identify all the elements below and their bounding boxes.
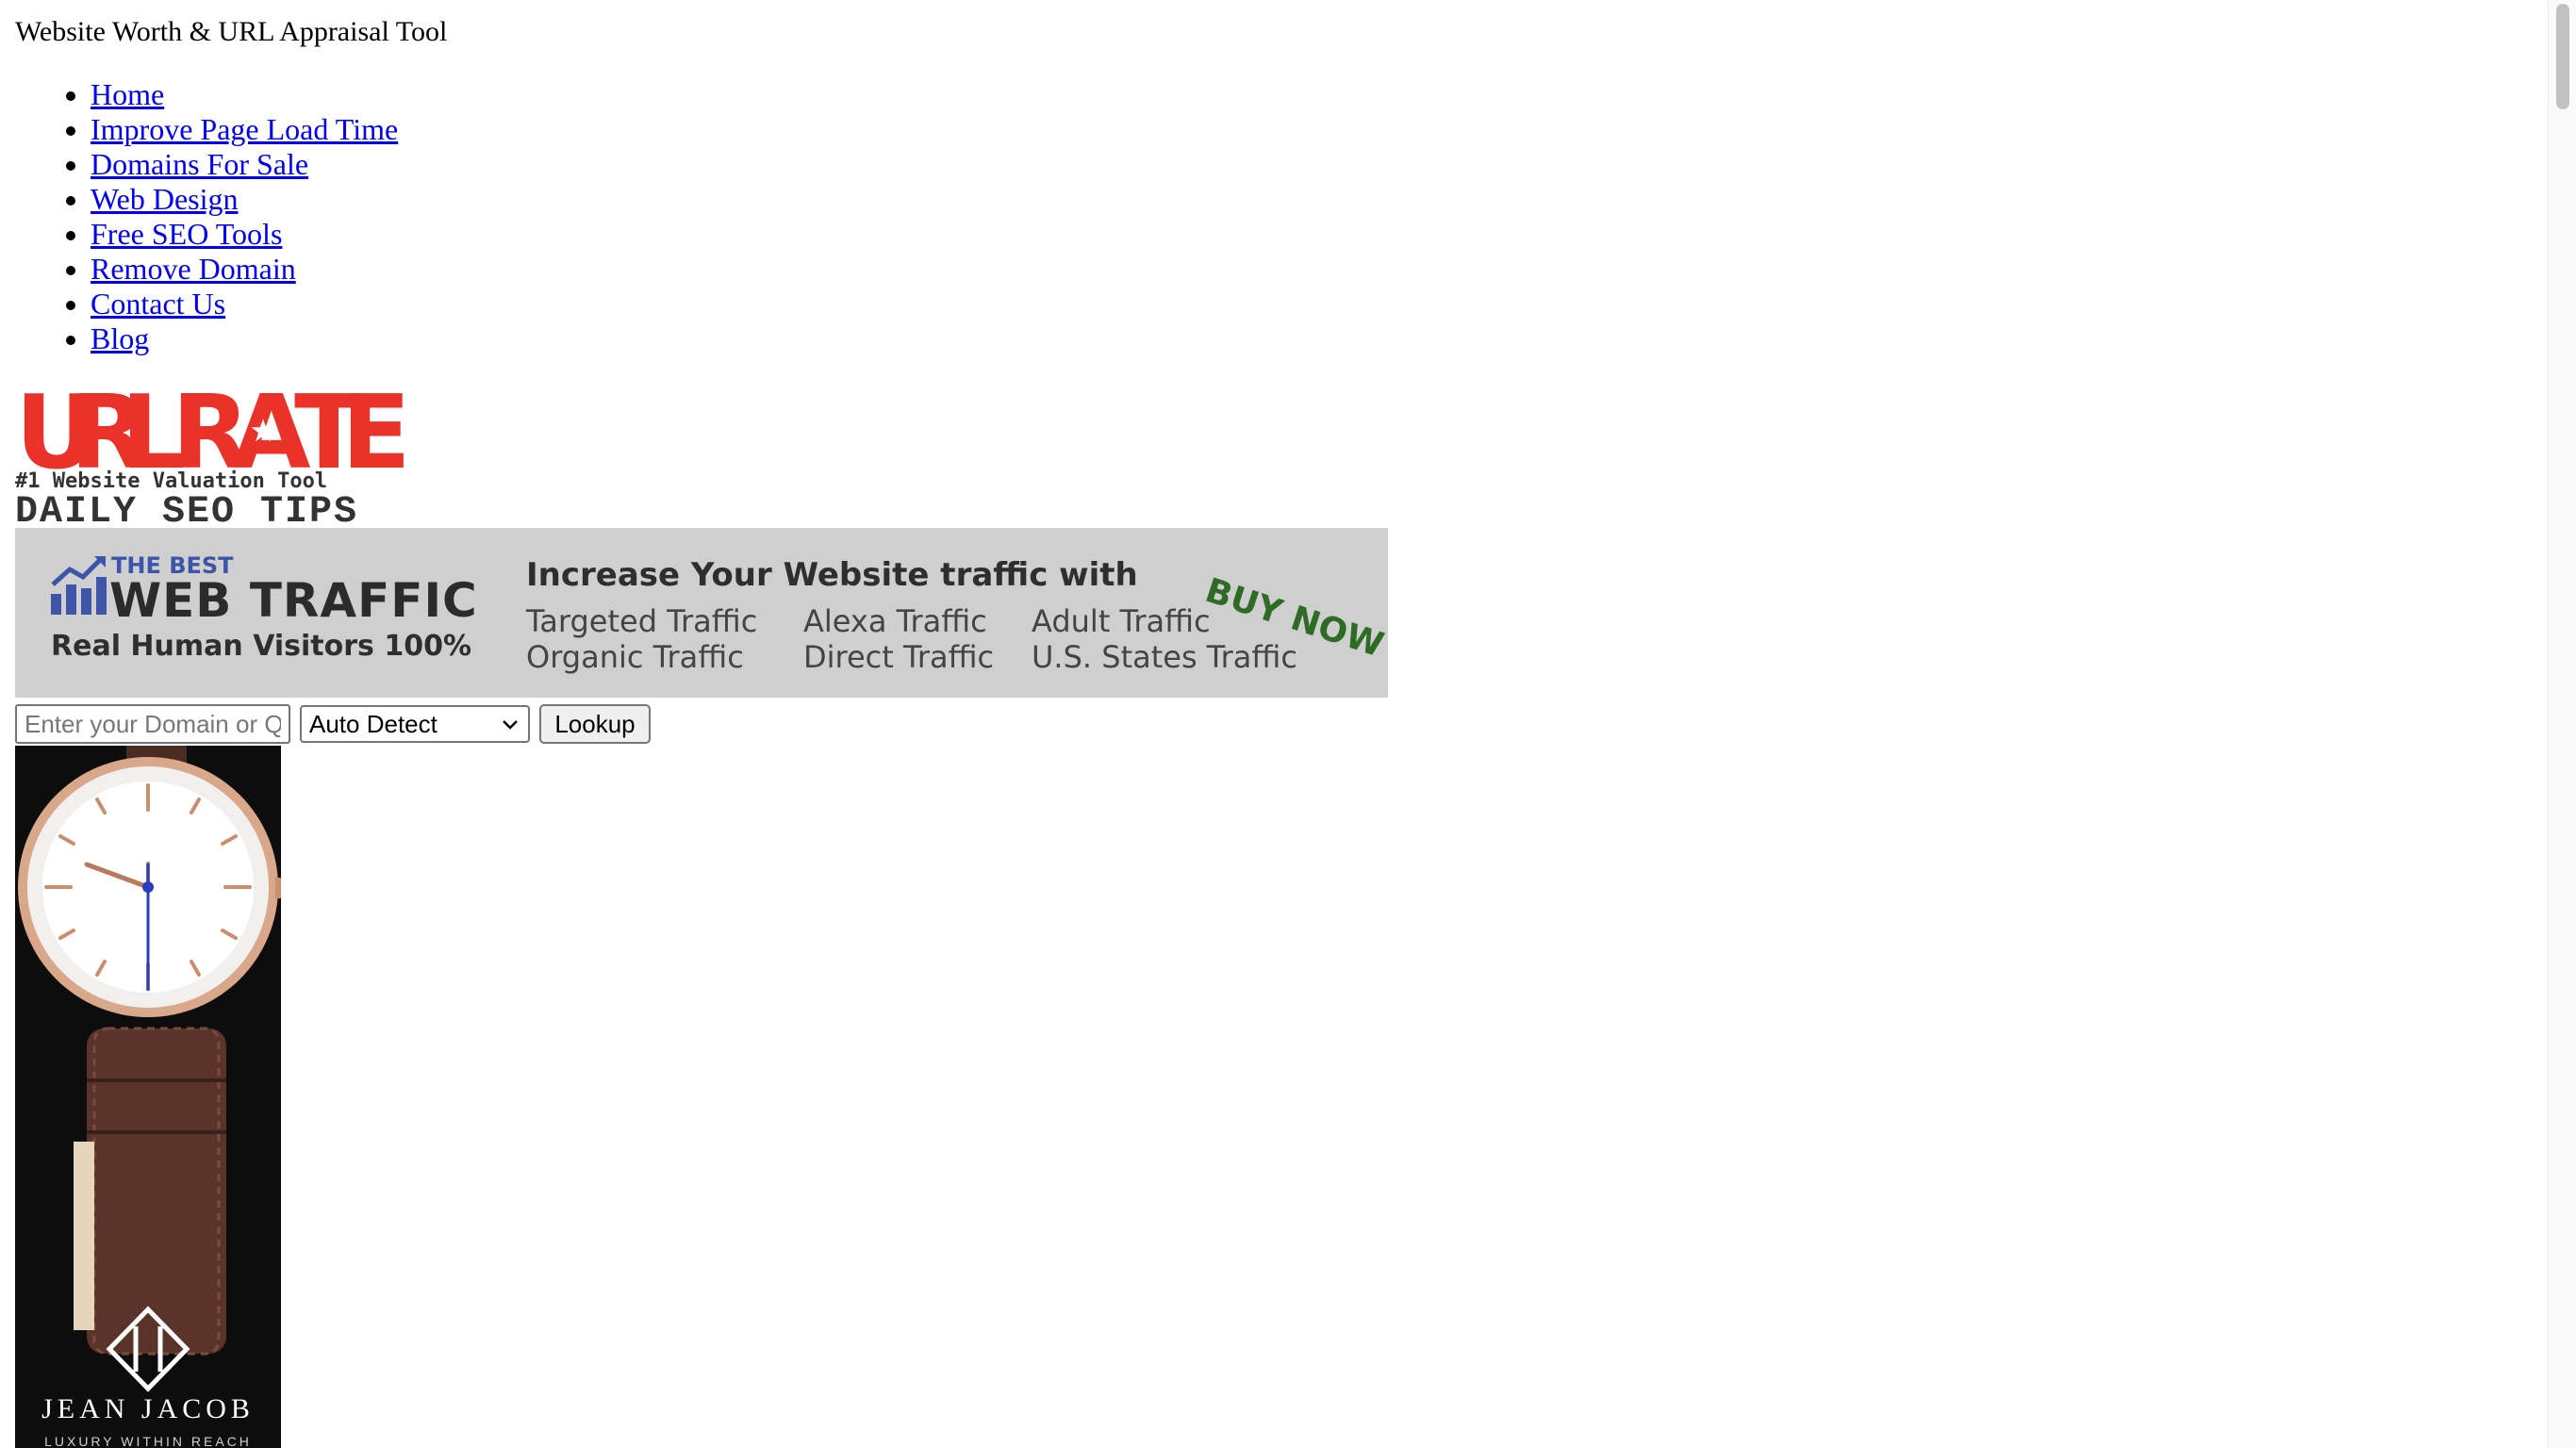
nav-item-home: Home (91, 77, 398, 112)
main-nav: Home Improve Page Load Time Domains For … (0, 77, 398, 356)
page: Website Worth & URL Appraisal Tool Home … (0, 0, 2576, 1448)
nav-item-contact-us: Contact Us (91, 287, 398, 321)
ad-brand-name: JEAN JACOB (41, 1393, 255, 1424)
lookup-button[interactable]: Lookup (539, 704, 651, 744)
detection-mode-value: Auto Detect (309, 710, 438, 738)
nav-link-contact-us[interactable]: Contact Us (91, 287, 225, 321)
nav-item-web-design: Web Design (91, 182, 398, 217)
watch-ad-image: JEAN JACOB LUXURY WITHIN REACH (15, 746, 281, 1448)
domain-search-input[interactable] (15, 704, 290, 744)
nav-item-improve-page-load-time: Improve Page Load Time (91, 112, 398, 147)
vertical-scrollbar[interactable] (2548, 0, 2576, 1448)
banner-item: Direct Traffic (803, 639, 995, 675)
ad-slogan: LUXURY WITHIN REACH (44, 1434, 252, 1448)
nav-link-free-seo-tools[interactable]: Free SEO Tools (91, 217, 282, 251)
banner-subtitle: Real Human Visitors 100% (51, 630, 472, 663)
banner-item: Adult Traffic (1032, 603, 1211, 639)
banner-item: Organic Traffic (526, 639, 744, 675)
banner-headline: Increase Your Website traffic with (526, 556, 1138, 594)
site-logo[interactable]: U R L R A T E #1 Website Valuation Tool … (15, 383, 411, 532)
nav-link-blog[interactable]: Blog (91, 321, 149, 355)
detection-mode-select[interactable]: Auto Detect (300, 705, 530, 743)
banner-item: U.S. States Traffic (1032, 639, 1297, 675)
nav-item-free-seo-tools: Free SEO Tools (91, 217, 398, 252)
logo-subtitle: DAILY SEO TIPS (15, 491, 359, 534)
nav-item-blog: Blog (91, 321, 398, 356)
chevron-down-icon (503, 720, 518, 730)
nav-link-improve-page-load-time[interactable]: Improve Page Load Time (91, 112, 398, 146)
bar-chart-trend-icon (51, 556, 107, 615)
nav-link-home[interactable]: Home (91, 77, 164, 111)
banner-item: Alexa Traffic (803, 603, 987, 639)
nav-item-remove-domain: Remove Domain (91, 252, 398, 287)
site-title: Website Worth & URL Appraisal Tool (15, 16, 448, 47)
banner-item: Targeted Traffic (526, 603, 758, 639)
nav-item-domains-for-sale: Domains For Sale (91, 147, 398, 182)
nav-link-remove-domain[interactable]: Remove Domain (91, 252, 296, 286)
scrollbar-thumb[interactable] (2556, 4, 2569, 109)
banner-title: WEB TRAFFIC (109, 573, 478, 628)
nav-link-domains-for-sale[interactable]: Domains For Sale (91, 147, 308, 181)
watch-ad[interactable]: JEAN JACOB LUXURY WITHIN REACH (15, 746, 281, 1448)
web-traffic-banner-ad[interactable]: THE BEST WEB TRAFFIC Real Human Visitors… (15, 528, 1388, 698)
star-icon (251, 419, 275, 442)
nav-link-web-design[interactable]: Web Design (91, 182, 239, 216)
